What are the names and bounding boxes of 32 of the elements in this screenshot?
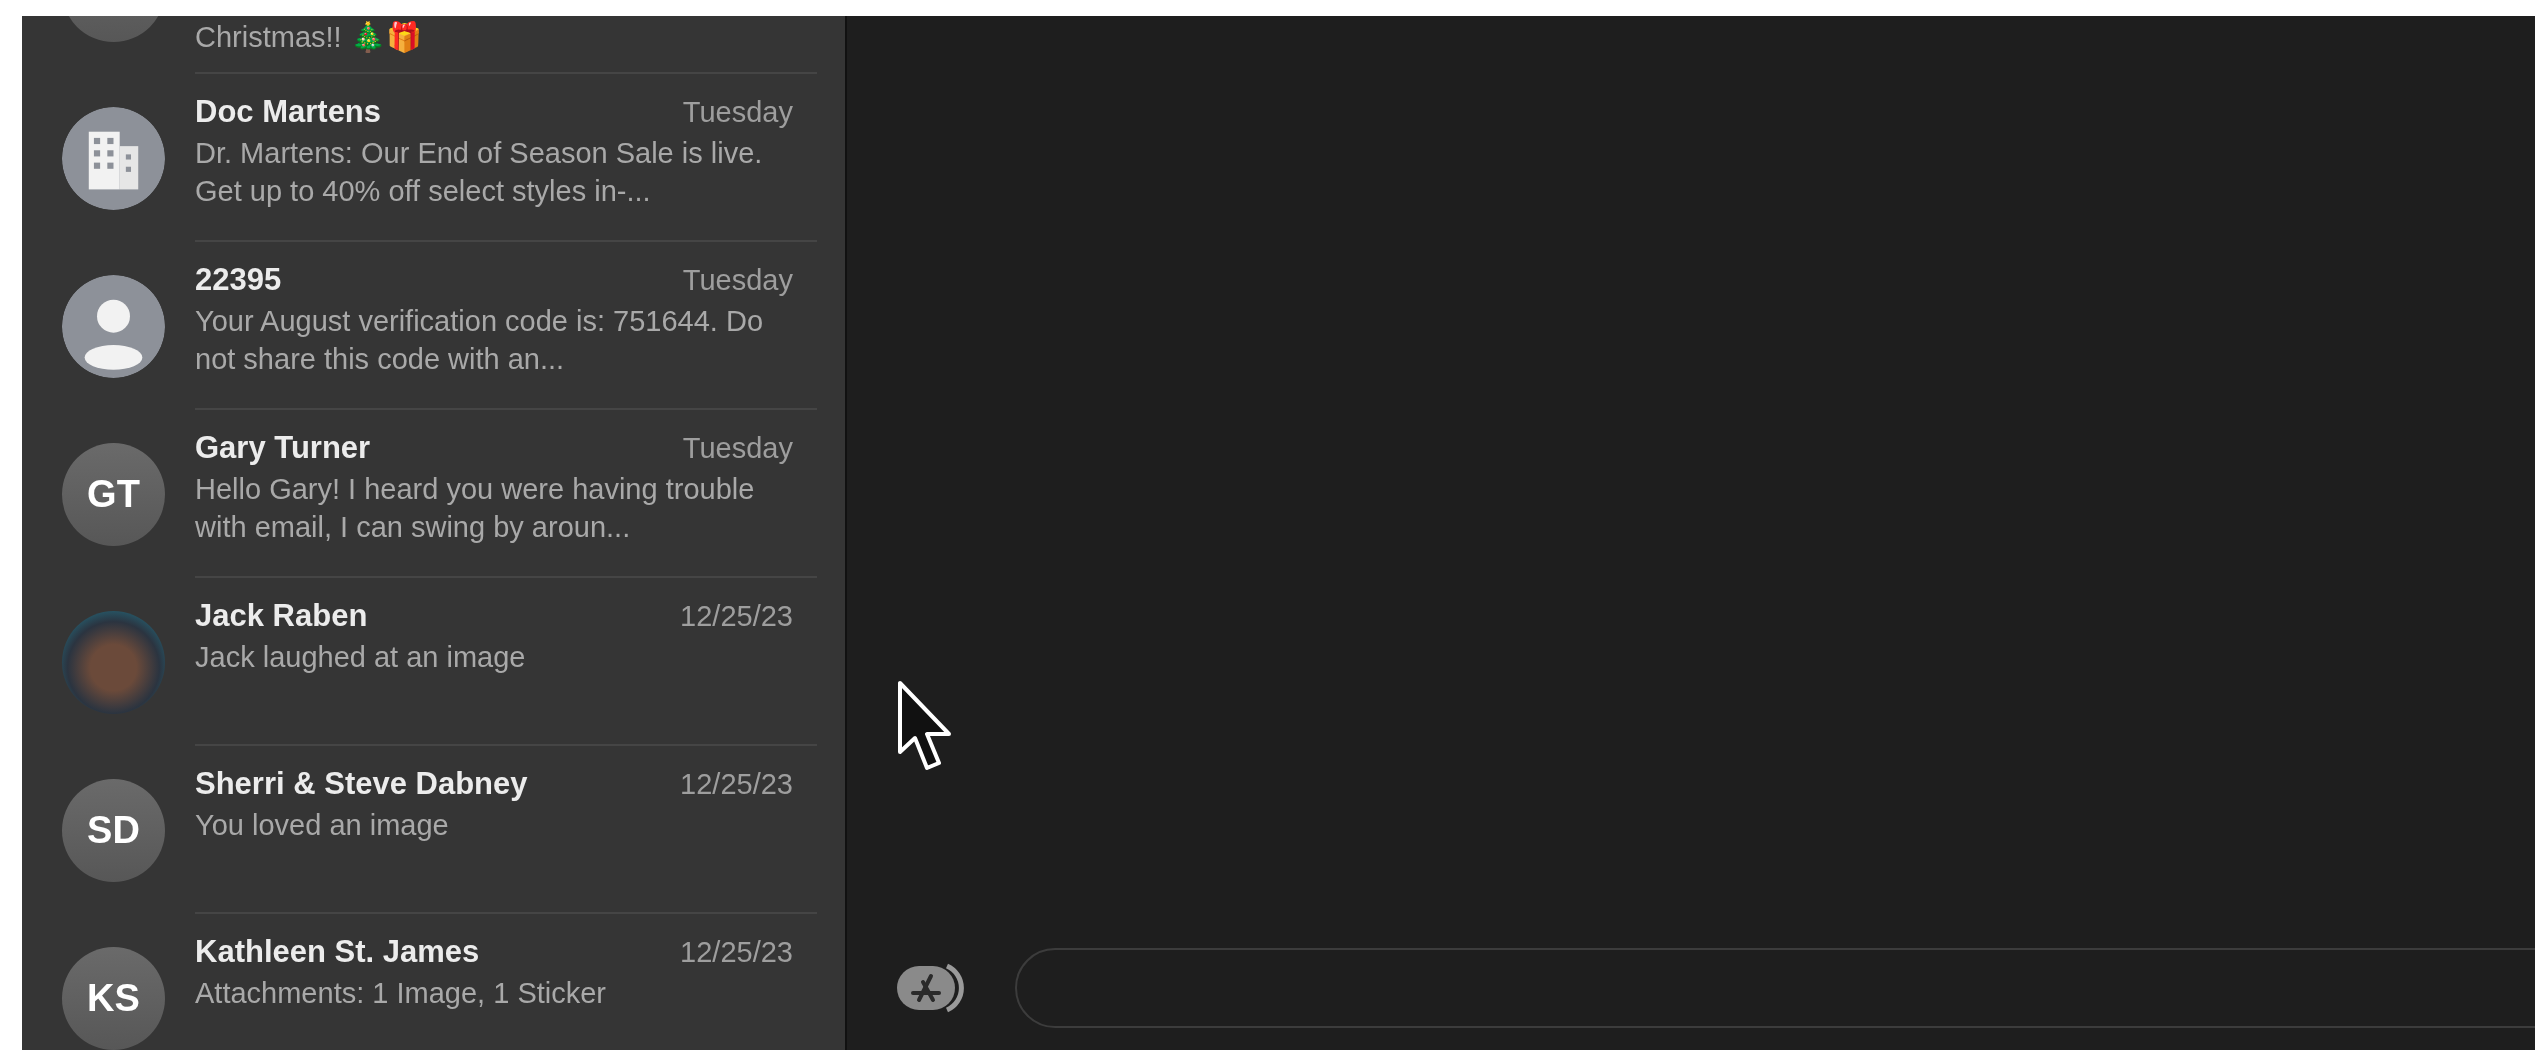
conversation-item[interactable]: Jack Raben 12/25/23 Jack laughed at an image: [22, 578, 845, 746]
contact-name: Doc Martens: [195, 94, 382, 130]
message-preview: Your August verification code is: 751644. Do not share this code with an...: [195, 304, 765, 377]
person-avatar-icon: [62, 274, 165, 378]
message-preview: Attachments: 1 Image, 1 Sticker: [195, 976, 607, 1011]
message-preview: You loved an image: [195, 808, 450, 843]
contact-avatar: SD: [62, 778, 165, 882]
contact-name: Sherri & Steve Dabney: [195, 766, 528, 802]
message-preview: Christmas!! 🎄🎁: [195, 20, 423, 55]
building-avatar-icon: [62, 106, 165, 210]
contact-avatar: KS: [62, 946, 165, 1050]
conversation-item[interactable]: Christmas!! 🎄🎁: [22, 16, 845, 74]
conversation-item[interactable]: 22395 Tuesday Your August verification code is: 751644. Do not share this code with an...: [22, 242, 845, 410]
message-preview: Jack laughed at an image: [195, 640, 527, 675]
contact-name: 22395: [195, 262, 282, 298]
message-date: 12/25/23: [680, 600, 793, 633]
message-preview: Dr. Martens: Our End of Season Sale is live. Get up to 40% off select styles in-...: [195, 136, 764, 209]
contact-name: Jack Raben: [195, 598, 368, 634]
message-date: 12/25/23: [680, 768, 793, 801]
message-date: Tuesday: [682, 96, 793, 129]
contact-name: Kathleen St. James: [195, 934, 480, 970]
message-date: 12/25/23: [680, 936, 793, 969]
conversation-item[interactable]: Doc Martens Tuesday Dr. Martens: Our End of Season Sale is live. Get up to 40% off select styles in-...: [22, 74, 845, 242]
message-input-field[interactable]: [1015, 948, 2535, 1028]
message-date: Tuesday: [682, 264, 793, 297]
message-preview: Hello Gary! I heard you were having trouble with email, I can swing by aroun...: [195, 472, 756, 545]
conversation-item[interactable]: KS Kathleen St. James 12/25/23 Attachments: 1 Image, 1 Sticker: [22, 914, 845, 1050]
conversation-item[interactable]: GT Gary Turner Tuesday Hello Gary! I heard you were having trouble with email, I can swing by aroun...: [22, 410, 845, 578]
conversation-item[interactable]: SD Sherri & Steve Dabney 12/25/23 You loved an image: [22, 746, 845, 914]
message-date: Tuesday: [682, 432, 793, 465]
contact-name: Gary Turner: [195, 430, 371, 466]
contact-avatar: GT: [62, 442, 165, 546]
